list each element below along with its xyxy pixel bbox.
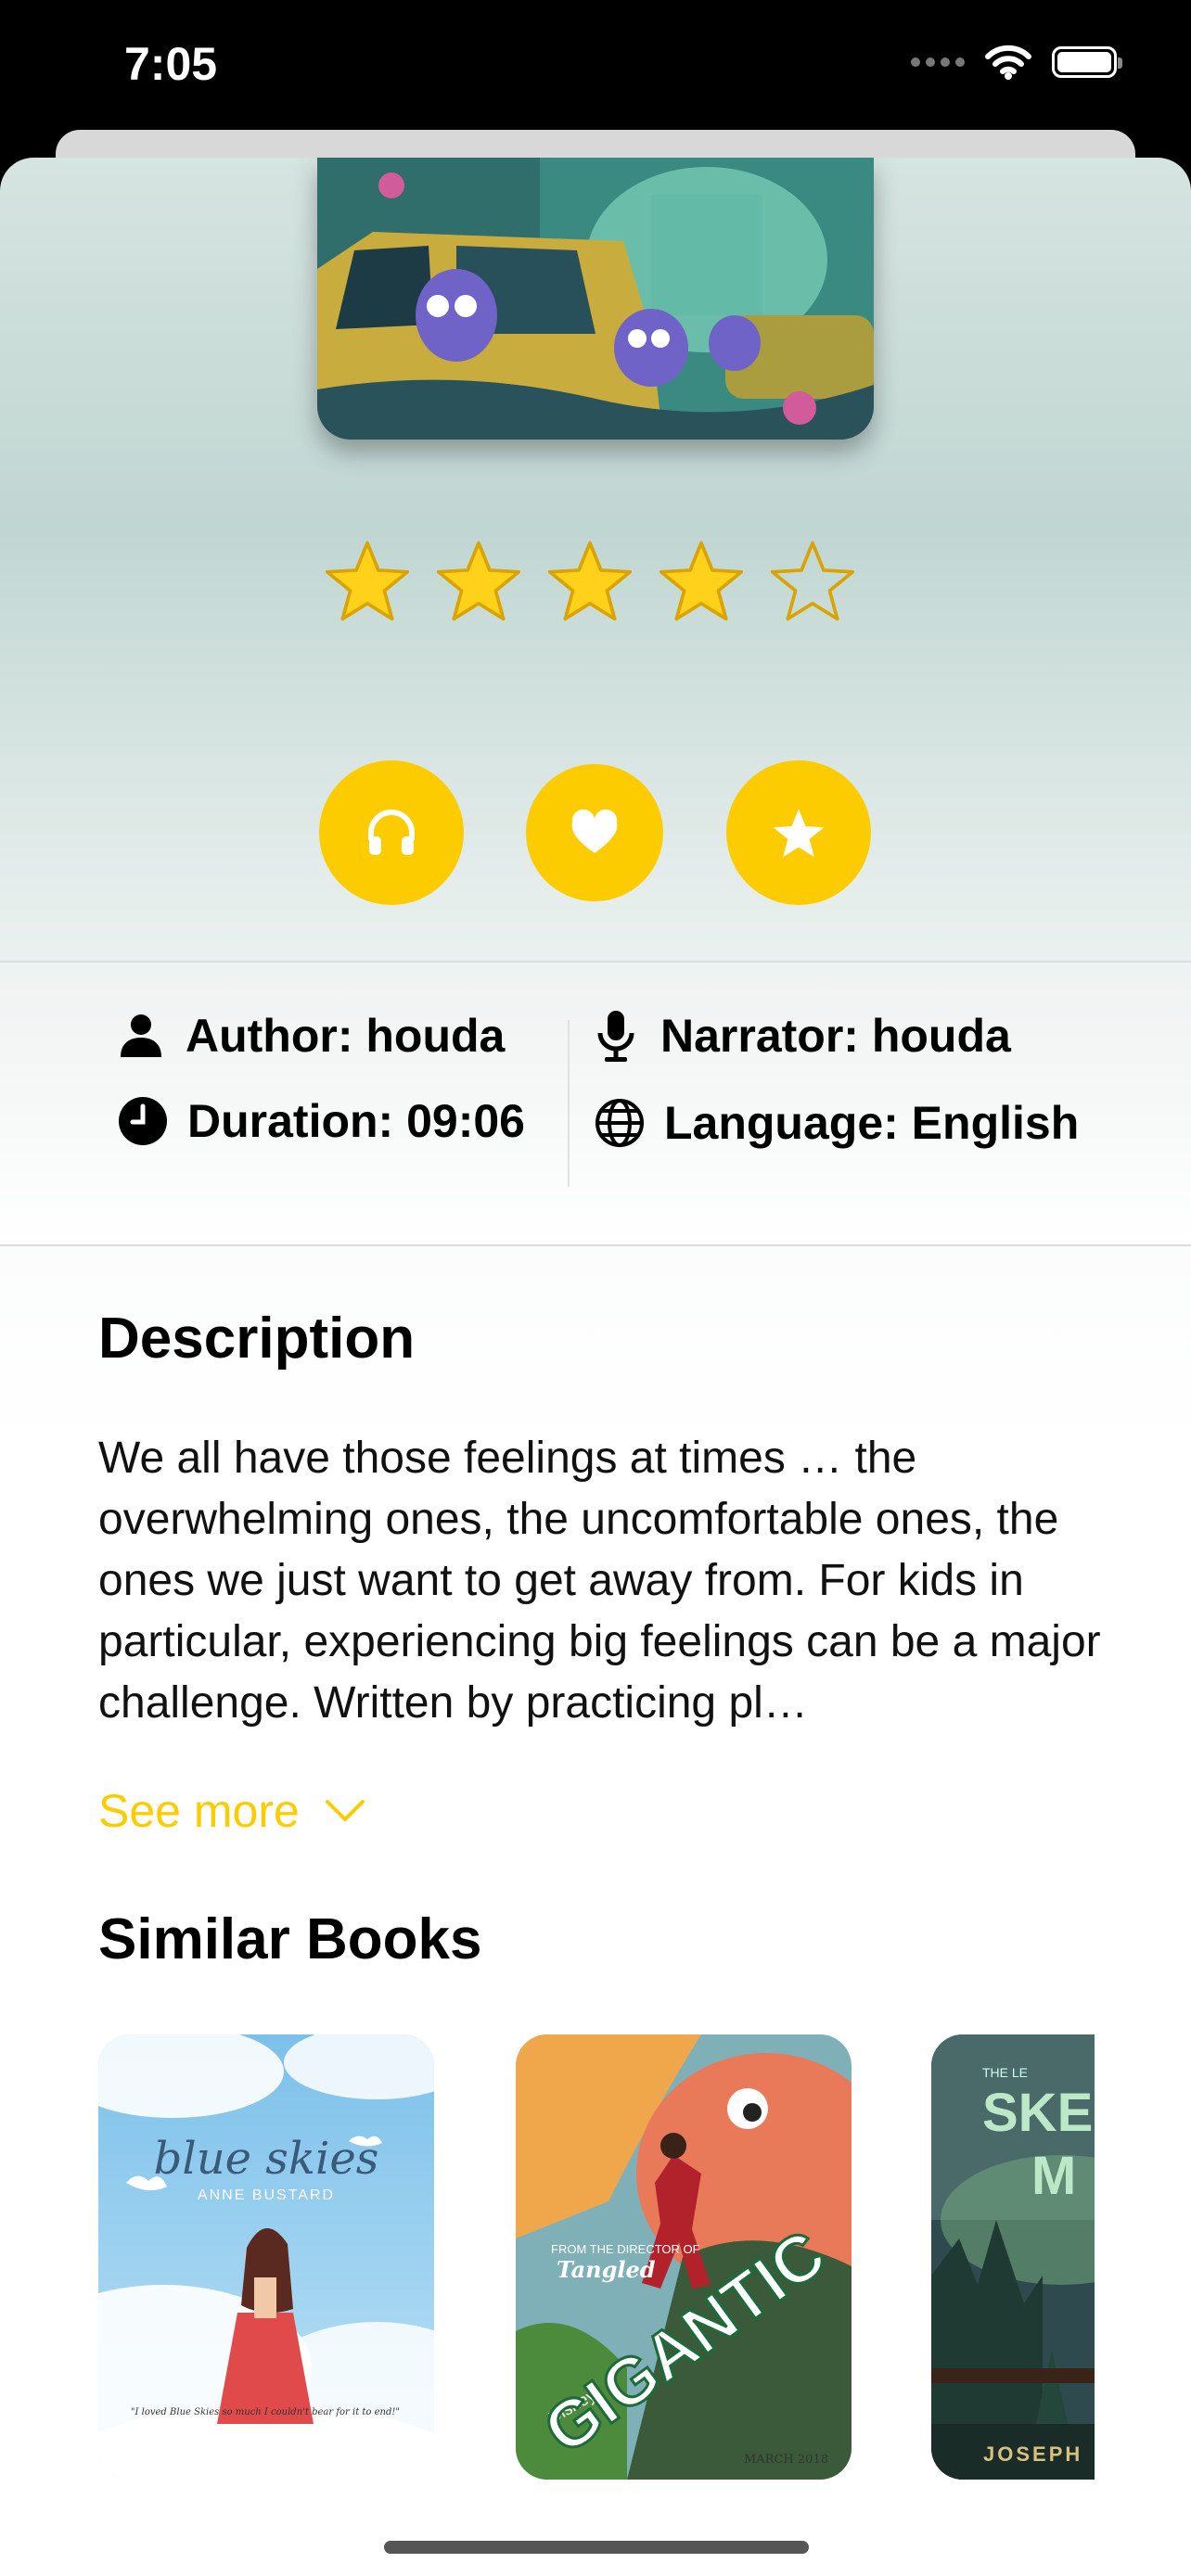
rate-button[interactable]: [726, 760, 871, 905]
star-empty-icon[interactable]: [770, 538, 855, 623]
info-divider: [568, 1020, 570, 1187]
similar-books-list: blue skies ANNE BUSTARD "I loved Blue Sk…: [98, 2034, 1095, 2480]
listen-button[interactable]: [319, 760, 464, 905]
book-card-gigantic[interactable]: FROM THE DIRECTOR OF Tangled Disney GIGA…: [516, 2034, 852, 2480]
signal-icon: [911, 57, 965, 67]
see-more-button[interactable]: See more: [98, 1784, 366, 1838]
chevron-down-icon: [325, 1800, 365, 1821]
status-icons: [911, 45, 1122, 80]
globe-icon: [594, 1097, 646, 1149]
book-title-2-text: M: [1031, 2146, 1076, 2206]
book-prefix-text: THE LE: [982, 2065, 1028, 2080]
star-filled-icon[interactable]: [436, 538, 521, 623]
star-filled-icon[interactable]: [547, 538, 633, 623]
author-info: Author: houda: [115, 1009, 505, 1063]
book-card-blue-skies[interactable]: blue skies ANNE BUSTARD "I loved Blue Sk…: [98, 2034, 434, 2480]
star-rating[interactable]: [325, 538, 855, 623]
book-author-text: ANNE BUSTARD: [198, 2187, 335, 2203]
heart-icon: [571, 809, 618, 853]
language-label: Language: English: [664, 1097, 1080, 1149]
book-quote-text: "I loved Blue Skies so much I couldn't b…: [131, 2407, 400, 2417]
book-card-skeleton[interactable]: THE LE SKEL M JOSEPH: [931, 2034, 1095, 2480]
book-film-text: Tangled: [557, 2256, 656, 2283]
language-info: Language: English: [594, 1096, 1079, 1150]
star-icon: [773, 809, 825, 858]
microphone-icon: [590, 1010, 642, 1062]
headphones-icon: [368, 810, 415, 855]
description-text: We all have those feelings at times … th…: [98, 1434, 1101, 1728]
book-cover-image: [317, 158, 874, 440]
book-tagline-text: FROM THE DIRECTOR OF: [551, 2242, 700, 2256]
star-filled-icon[interactable]: [325, 538, 410, 623]
book-detail-sheet: Author: houda Narrator: houda Duration: …: [0, 158, 1191, 2576]
see-more-label: See more: [98, 1785, 300, 1837]
narrator-label: Narrator: houda: [660, 1010, 1011, 1062]
book-date-text: MARCH 2018: [744, 2453, 828, 2467]
wifi-icon: [985, 45, 1031, 80]
book-author-text: JOSEPH: [983, 2442, 1082, 2466]
duration-label: Duration: 09:06: [187, 1095, 525, 1147]
home-indicator[interactable]: [384, 2541, 809, 2554]
description-title: Description: [98, 1307, 416, 1371]
similar-books-title: Similar Books: [98, 1907, 482, 1971]
status-bar: 7:05: [0, 0, 1191, 148]
status-time: 7:05: [124, 38, 218, 90]
clock-icon: [117, 1095, 169, 1147]
person-icon: [115, 1010, 167, 1062]
duration-info: Duration: 09:06: [117, 1094, 525, 1148]
book-title-text: blue skies: [154, 2133, 379, 2185]
narrator-info: Narrator: houda: [590, 1009, 1011, 1063]
battery-icon: [1052, 46, 1122, 78]
favorite-button[interactable]: [526, 764, 663, 901]
book-info-panel: Author: houda Narrator: houda Duration: …: [0, 961, 1191, 1246]
author-label: Author: houda: [186, 1010, 506, 1062]
book-title-text: SKEL: [982, 2083, 1095, 2143]
star-filled-icon[interactable]: [659, 538, 744, 623]
